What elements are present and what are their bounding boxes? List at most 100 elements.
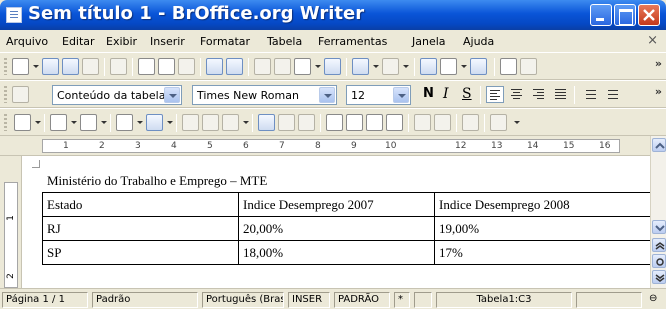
- table-properties-icon[interactable]: [434, 114, 451, 131]
- table-cell[interactable]: 17%: [434, 240, 652, 265]
- border-color-icon[interactable]: [80, 114, 97, 131]
- menu-tabela[interactable]: Tabela: [267, 35, 302, 48]
- horizontal-ruler[interactable]: 1 2 3 4 5 6 7 8 9 10 12 13 14 15 16: [0, 136, 650, 156]
- underline-button[interactable]: S: [462, 86, 472, 102]
- chevron-down-icon[interactable]: [393, 87, 409, 103]
- minimize-button[interactable]: [590, 4, 612, 26]
- menu-inserir[interactable]: Inserir: [150, 35, 185, 48]
- redo-dropdown-arrow[interactable]: [403, 65, 409, 68]
- page-indicator[interactable]: Página 1 / 1: [2, 292, 88, 308]
- scroll-down-button[interactable]: [652, 220, 666, 234]
- background-dropdown-arrow[interactable]: [167, 121, 173, 124]
- line-style-dropdown-arrow[interactable]: [71, 121, 77, 124]
- table-cell[interactable]: RJ: [42, 216, 239, 241]
- line-style-icon[interactable]: [50, 114, 67, 131]
- chevron-down-icon[interactable]: [319, 87, 335, 103]
- borders-icon[interactable]: [116, 114, 133, 131]
- table-header-cell[interactable]: Indice Desemprego 2007: [238, 192, 435, 217]
- justify-icon[interactable]: [552, 86, 570, 103]
- draw-functions-icon[interactable]: [470, 58, 487, 75]
- redo-icon[interactable]: [382, 58, 399, 75]
- insert-row-icon[interactable]: [326, 114, 343, 131]
- next-page-button[interactable]: [652, 270, 666, 284]
- align-right-icon[interactable]: [530, 86, 548, 103]
- toolbar-grip[interactable]: [4, 86, 7, 103]
- menu-arquivo[interactable]: Arquivo: [6, 35, 48, 48]
- document-page[interactable]: Ministério do Trabalho e Emprego – MTE E…: [22, 156, 652, 288]
- edit-file-icon[interactable]: [110, 58, 127, 75]
- insert-mode-indicator[interactable]: INSER: [288, 292, 330, 308]
- find-replace-icon[interactable]: [500, 58, 517, 75]
- optimize-icon[interactable]: [222, 114, 239, 131]
- table-header-cell[interactable]: Estado: [42, 192, 239, 217]
- menu-ferramentas[interactable]: Ferramentas: [318, 35, 387, 48]
- merge-cells-icon[interactable]: [182, 114, 199, 131]
- export-pdf-icon[interactable]: [138, 58, 155, 75]
- delete-row-icon[interactable]: [366, 114, 383, 131]
- save-icon[interactable]: [62, 58, 79, 75]
- table-cell[interactable]: SP: [42, 240, 239, 265]
- table-cell[interactable]: 20,00%: [238, 216, 435, 241]
- optimize-dropdown-arrow[interactable]: [243, 121, 249, 124]
- previous-page-button[interactable]: [652, 238, 666, 252]
- menu-janela[interactable]: Janela: [412, 35, 446, 48]
- zoom-icon[interactable]: ⊖: [646, 292, 664, 308]
- chevron-down-icon[interactable]: [164, 87, 180, 103]
- background-color-icon[interactable]: [146, 114, 163, 131]
- navigator-icon[interactable]: [520, 58, 537, 75]
- document-table[interactable]: Estado Indice Desemprego 2007 Indice Des…: [42, 192, 652, 265]
- toolbar-overflow-icon[interactable]: »: [655, 57, 662, 70]
- format-paintbrush-icon[interactable]: [324, 58, 341, 75]
- numbering-icon[interactable]: [580, 86, 598, 103]
- undo-icon[interactable]: [352, 58, 369, 75]
- menu-ajuda[interactable]: Ajuda: [463, 35, 494, 48]
- align-top-icon[interactable]: [258, 114, 275, 131]
- border-color-dropdown-arrow[interactable]: [101, 121, 107, 124]
- cut-icon[interactable]: [254, 58, 271, 75]
- toolbar-options-arrow[interactable]: [514, 121, 520, 124]
- copy-icon[interactable]: [274, 58, 291, 75]
- table-dropdown-arrow[interactable]: [35, 121, 41, 124]
- delete-column-icon[interactable]: [386, 114, 403, 131]
- maximize-button[interactable]: [614, 4, 636, 26]
- table-cell[interactable]: 19,00%: [434, 216, 652, 241]
- page-style-indicator[interactable]: Padrão: [92, 292, 198, 308]
- close-document-icon[interactable]: ×: [647, 33, 658, 48]
- signature-indicator[interactable]: [414, 292, 432, 308]
- align-center-icon[interactable]: [508, 86, 526, 103]
- align-bottom-icon[interactable]: [298, 114, 315, 131]
- align-left-icon[interactable]: [486, 86, 504, 103]
- italic-button[interactable]: I: [443, 86, 449, 102]
- toolbar-overflow-icon[interactable]: »: [655, 85, 662, 98]
- menu-editar[interactable]: Editar: [62, 35, 95, 48]
- split-cells-icon[interactable]: [202, 114, 219, 131]
- email-icon[interactable]: [82, 58, 99, 75]
- insert-column-icon[interactable]: [346, 114, 363, 131]
- document-heading[interactable]: Ministério do Trabalho e Emprego – MTE: [47, 173, 267, 191]
- font-name-select[interactable]: Times New Roman: [192, 85, 337, 105]
- table-header-cell[interactable]: Indice Desemprego 2008: [434, 192, 652, 217]
- hyperlink-icon[interactable]: [420, 58, 437, 75]
- selection-mode-indicator[interactable]: PADRÃO: [334, 292, 390, 308]
- new-document-icon[interactable]: [12, 58, 29, 75]
- close-button[interactable]: [638, 4, 660, 26]
- paste-dropdown-arrow[interactable]: [315, 65, 321, 68]
- autospellcheck-icon[interactable]: [226, 58, 243, 75]
- menu-exibir[interactable]: Exibir: [106, 35, 137, 48]
- vertical-scrollbar[interactable]: [650, 136, 666, 288]
- view-layout-icons[interactable]: [576, 292, 642, 308]
- bullets-icon[interactable]: [602, 86, 620, 103]
- spellcheck-icon[interactable]: [206, 58, 223, 75]
- insert-table-icon[interactable]: [14, 114, 31, 131]
- styles-formatting-icon[interactable]: [12, 86, 29, 103]
- paragraph-style-select[interactable]: Conteúdo da tabela: [52, 85, 182, 105]
- new-dropdown-arrow[interactable]: [33, 65, 39, 68]
- autoformat-icon[interactable]: [414, 114, 431, 131]
- print-icon[interactable]: [158, 58, 175, 75]
- vertical-ruler[interactable]: 1 2: [0, 156, 22, 288]
- table-cell[interactable]: 18,00%: [238, 240, 435, 265]
- table-dropdown-arrow[interactable]: [461, 65, 467, 68]
- center-vertically-icon[interactable]: [278, 114, 295, 131]
- undo-dropdown-arrow[interactable]: [373, 65, 379, 68]
- toolbar-grip[interactable]: [4, 114, 7, 131]
